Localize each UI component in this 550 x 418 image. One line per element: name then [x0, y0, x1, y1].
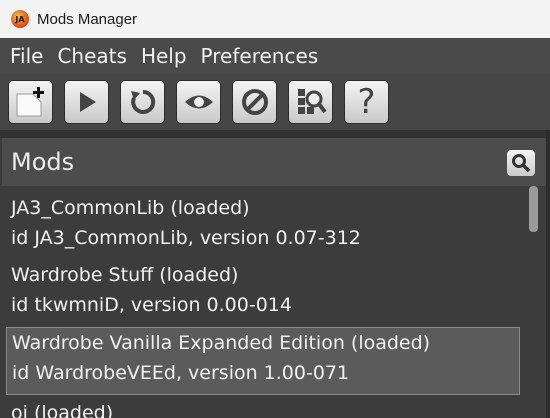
list-item[interactable]: oi (loaded): [6, 398, 520, 418]
scrollbar-thumb[interactable]: [529, 186, 538, 232]
refresh-icon: [130, 89, 155, 114]
new-mod-button[interactable]: [8, 80, 53, 124]
new-document-plus-icon: [16, 87, 44, 117]
eye-icon: [184, 95, 213, 109]
list-item[interactable]: Wardrobe Stuff (loaded) id tkwmniD, vers…: [6, 260, 520, 320]
title-bar[interactable]: JA Mods Manager: [0, 0, 550, 38]
search-icon: [512, 154, 531, 173]
menu-file[interactable]: File: [10, 44, 43, 68]
menu-cheats[interactable]: Cheats: [57, 44, 126, 68]
mod-name: Wardrobe Vanilla Expanded Edition (loade…: [12, 332, 431, 354]
toolbar-separator: [0, 130, 550, 138]
panel-border: [546, 130, 550, 418]
mods-search-button[interactable]: [507, 150, 535, 176]
app-logo-icon: JA: [11, 10, 29, 28]
list-item-selected[interactable]: Wardrobe Vanilla Expanded Edition (loade…: [6, 327, 520, 395]
view-button[interactable]: [176, 80, 221, 124]
menu-help[interactable]: Help: [141, 44, 187, 68]
mods-panel-title: Mods: [11, 148, 75, 176]
inspect-icon: [297, 89, 327, 114]
mod-name: oi (loaded): [11, 402, 114, 418]
play-button[interactable]: [64, 80, 109, 124]
ban-icon: [241, 89, 268, 115]
mod-info: id WardrobeVEEd, version 1.00-071: [12, 362, 350, 384]
help-button[interactable]: ?: [344, 80, 389, 124]
mods-list-scrollbar[interactable]: [526, 186, 542, 418]
disable-button[interactable]: [232, 80, 277, 124]
menu-preferences[interactable]: Preferences: [201, 44, 319, 68]
inspect-button[interactable]: [288, 80, 333, 124]
question-icon: ?: [357, 82, 376, 122]
mods-manager-window: JA Mods Manager File Cheats Help Prefere…: [0, 0, 550, 418]
play-icon: [79, 92, 96, 112]
toolbar: ?: [0, 74, 550, 130]
window-title: Mods Manager: [37, 10, 138, 28]
mod-name: JA3_CommonLib (loaded): [11, 197, 250, 219]
reload-button[interactable]: [120, 80, 165, 124]
mods-list: JA3_CommonLib (loaded) id JA3_CommonLib,…: [0, 186, 526, 418]
menu-bar: File Cheats Help Preferences: [0, 38, 550, 74]
mod-info: id JA3_CommonLib, version 0.07-312: [11, 227, 361, 249]
mod-name: Wardrobe Stuff (loaded): [11, 264, 239, 286]
mod-info: id tkwmniD, version 0.00-014: [11, 294, 292, 316]
mods-panel-header: Mods: [2, 138, 546, 186]
list-item[interactable]: JA3_CommonLib (loaded) id JA3_CommonLib,…: [6, 193, 520, 253]
